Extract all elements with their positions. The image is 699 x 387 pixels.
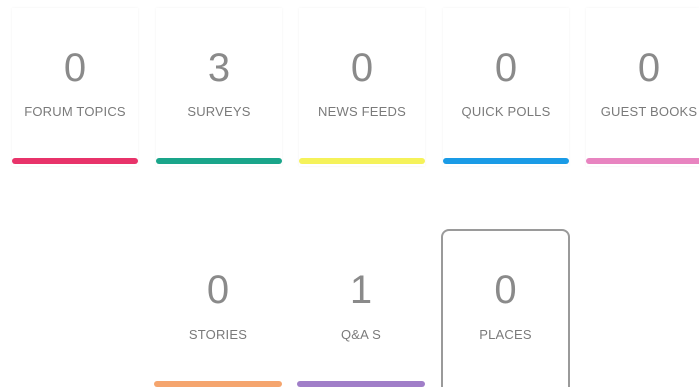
surveys-count: 3 <box>207 46 231 90</box>
tile-quick-polls[interactable]: 0 QUICK POLLS <box>443 8 569 166</box>
news-feeds-label: NEWS FEEDS <box>318 104 406 119</box>
quick-polls-label: QUICK POLLS <box>461 104 551 119</box>
tile-qa[interactable]: 1 Q&A S <box>297 229 425 387</box>
qa-color-bar <box>297 381 425 387</box>
tile-guest-books[interactable]: 0 GUEST BOOKS <box>586 8 699 166</box>
qa-label: Q&A S <box>340 327 382 342</box>
forum-topics-label: FORUM TOPICS <box>24 104 126 119</box>
tile-places[interactable]: 0 PLACES <box>441 229 570 387</box>
surveys-label: SURVEYS <box>187 104 251 119</box>
stories-count: 0 <box>206 268 230 312</box>
quick-polls-count: 0 <box>494 46 518 90</box>
forum-topics-count: 0 <box>63 46 87 90</box>
news-feeds-color-bar <box>299 158 425 164</box>
places-count: 0 <box>494 268 517 312</box>
tile-forum-topics[interactable]: 0 FORUM TOPICS <box>12 8 138 166</box>
quick-polls-color-bar <box>443 158 569 164</box>
surveys-color-bar <box>156 158 282 164</box>
places-label: PLACES <box>479 327 532 342</box>
guest-books-count: 0 <box>637 46 661 90</box>
stories-color-bar <box>154 381 282 387</box>
qa-count: 1 <box>349 268 373 312</box>
tile-stories[interactable]: 0 STORIES <box>154 229 282 387</box>
tile-news-feeds[interactable]: 0 NEWS FEEDS <box>299 8 425 166</box>
guest-books-label: GUEST BOOKS <box>600 104 698 119</box>
tile-surveys[interactable]: 3 SURVEYS <box>156 8 282 166</box>
stories-label: STORIES <box>188 327 248 342</box>
guest-books-color-bar <box>586 158 699 164</box>
news-feeds-count: 0 <box>350 46 374 90</box>
forum-topics-color-bar <box>12 158 138 164</box>
